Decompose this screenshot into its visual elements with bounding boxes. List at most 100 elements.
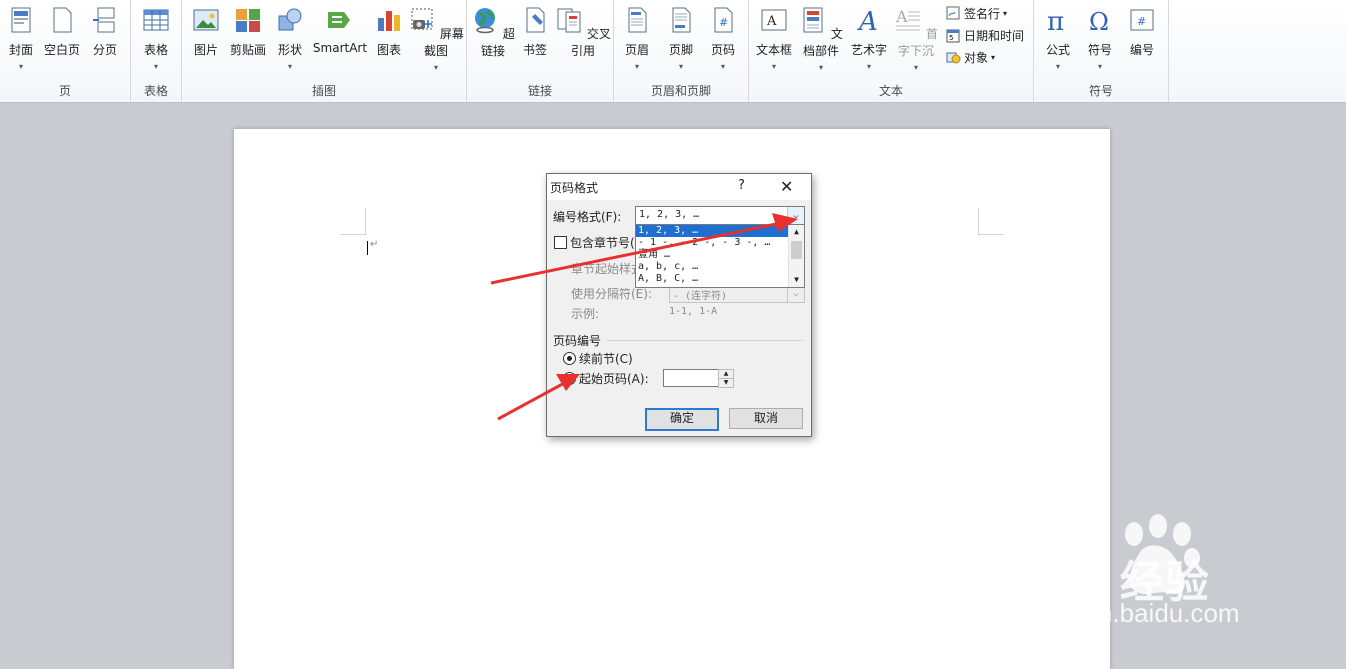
include-chapter-checkbox[interactable] bbox=[554, 236, 567, 249]
chapter-start-label: 章节起始样式 bbox=[571, 262, 644, 276]
scroll-up-icon[interactable]: ▲ bbox=[789, 225, 804, 239]
chevron-down-icon: ▾ bbox=[771, 62, 776, 71]
cover-page-icon bbox=[11, 7, 31, 33]
pi-icon: π bbox=[1047, 7, 1064, 37]
chevron-down-icon: ▾ bbox=[1003, 9, 1008, 18]
chevron-down-icon: ▾ bbox=[18, 62, 23, 71]
smartart-label: SmartArt bbox=[312, 41, 368, 55]
textbox-button[interactable]: A 文本框 ▾ bbox=[753, 4, 795, 71]
divider bbox=[607, 340, 803, 341]
spin-down-icon[interactable]: ▼ bbox=[718, 378, 734, 388]
number-format-dropdown-list[interactable]: 1, 2, 3, … - 1 -, - 2 -, - 3 -, … 壹角 … a… bbox=[635, 224, 805, 288]
wordart-label: 艺术字 bbox=[850, 43, 887, 57]
number-format-value: 1, 2, 3, … bbox=[639, 209, 700, 220]
svg-text:#: # bbox=[719, 16, 728, 29]
chart-button[interactable]: 图表 bbox=[372, 4, 406, 58]
signature-line-button[interactable]: 签名行 ▾ bbox=[946, 5, 1007, 22]
clipart-button[interactable]: 剪贴画 bbox=[228, 4, 268, 58]
date-time-button[interactable]: 5 日期和时间 bbox=[946, 27, 1024, 44]
screenshot-icon bbox=[411, 8, 433, 30]
globe-link-icon bbox=[475, 8, 496, 34]
scroll-thumb[interactable] bbox=[791, 241, 802, 259]
blank-page-label: 空白页 bbox=[43, 43, 80, 57]
dropdown-option[interactable]: 壹角 … bbox=[636, 249, 804, 261]
group-label-symbols: 符号 bbox=[1088, 84, 1113, 98]
group-links: 超链接 书签 交叉引用 链接 bbox=[467, 0, 614, 102]
picture-label: 图片 bbox=[193, 43, 218, 57]
dropdown-option[interactable]: - 1 -, - 2 -, - 3 -, … bbox=[636, 237, 804, 249]
svg-text:π: π bbox=[1047, 7, 1064, 34]
continue-label: 续前节(C) bbox=[579, 352, 633, 366]
date-time-label: 日期和时间 bbox=[964, 29, 1025, 43]
help-button[interactable]: ? bbox=[738, 178, 745, 193]
blank-page-icon bbox=[53, 7, 72, 33]
textbox-label: 文本框 bbox=[755, 43, 792, 57]
margin-corner-mark bbox=[978, 209, 1004, 235]
table-label: 表格 bbox=[143, 43, 168, 57]
example-value: 1-1, 1-A bbox=[669, 306, 718, 317]
header-button[interactable]: 页眉 ▾ bbox=[620, 4, 654, 71]
number-format-combo[interactable]: 1, 2, 3, … ⌵ bbox=[635, 206, 805, 225]
cross-reference-button[interactable]: 交叉引用 bbox=[555, 4, 611, 59]
group-label-text: 文本 bbox=[878, 84, 903, 98]
object-label: 对象 bbox=[964, 51, 989, 65]
dropdown-option[interactable]: a, b, c, … bbox=[636, 261, 804, 273]
wordart-button[interactable]: A 艺术字 ▾ bbox=[849, 4, 889, 71]
table-icon bbox=[143, 9, 169, 31]
smartart-button[interactable]: SmartArt bbox=[312, 4, 368, 55]
text-cursor bbox=[367, 241, 368, 255]
continue-radio[interactable] bbox=[563, 352, 576, 365]
screenshot-button[interactable]: 屏幕截图 ▾ bbox=[408, 4, 464, 72]
chevron-down-icon: ▾ bbox=[818, 63, 823, 72]
bookmark-button[interactable]: 书签 bbox=[519, 4, 551, 58]
include-chapter-label: 包含章节号( bbox=[570, 236, 635, 250]
picture-button[interactable]: 图片 bbox=[188, 4, 224, 58]
group-label-header-footer: 页眉和页脚 bbox=[650, 84, 711, 98]
watermark-url: jingyan.baidu.com bbox=[1030, 598, 1240, 628]
cancel-button[interactable]: 取消 bbox=[729, 408, 803, 429]
footer-button[interactable]: 页脚 ▾ bbox=[664, 4, 698, 71]
page-number-button[interactable]: # 页码 ▾ bbox=[706, 4, 740, 71]
equation-button[interactable]: π 公式 ▾ bbox=[1040, 4, 1076, 71]
separator-value: - (连字符) bbox=[673, 291, 728, 302]
chevron-down-icon[interactable]: ⌵ bbox=[787, 207, 804, 224]
blank-page-button[interactable]: 空白页 bbox=[42, 4, 82, 58]
equation-label: 公式 bbox=[1045, 43, 1070, 57]
close-button[interactable]: ✕ bbox=[780, 177, 793, 196]
page-number-label: 页码 bbox=[710, 43, 735, 57]
hyperlink-button[interactable]: 超链接 bbox=[471, 4, 515, 59]
dropdown-option[interactable]: 1, 2, 3, … bbox=[636, 225, 804, 237]
table-button[interactable]: 表格 ▾ bbox=[139, 4, 173, 71]
number-format-label: 编号格式(F): bbox=[553, 210, 622, 224]
numbering-button[interactable]: # 编号 bbox=[1124, 4, 1160, 58]
cover-label: 封面 bbox=[8, 43, 33, 57]
svg-text:A: A bbox=[766, 14, 777, 29]
bookmark-label: 书签 bbox=[522, 43, 547, 57]
svg-text:5: 5 bbox=[949, 34, 953, 42]
group-label-pages: 页 bbox=[58, 84, 71, 98]
bar-chart-icon bbox=[378, 11, 400, 31]
cover-button[interactable]: 封面 ▾ bbox=[4, 4, 38, 71]
page-break-icon bbox=[93, 7, 115, 33]
start-at-radio[interactable] bbox=[563, 372, 576, 385]
quick-parts-button[interactable]: 文档部件 ▾ bbox=[795, 4, 847, 72]
quick-parts-icon bbox=[803, 7, 823, 33]
object-button[interactable]: 对象 ▾ bbox=[946, 49, 995, 66]
scroll-down-icon[interactable]: ▼ bbox=[789, 273, 804, 287]
start-at-input[interactable] bbox=[663, 369, 719, 387]
group-label-links: 链接 bbox=[527, 84, 552, 98]
dropdown-option[interactable]: A, B, C, … bbox=[636, 273, 804, 285]
shapes-button[interactable]: 形状 ▾ bbox=[272, 4, 308, 71]
page-break-button[interactable]: 分页 bbox=[88, 4, 122, 58]
page-numbering-label: 页码编号 bbox=[553, 334, 602, 348]
dialog-titlebar[interactable]: 页码格式 ? ✕ bbox=[547, 174, 811, 200]
symbol-button[interactable]: Ω 符号 ▾ bbox=[1082, 4, 1118, 71]
shapes-icon bbox=[278, 8, 302, 31]
ok-button[interactable]: 确定 bbox=[645, 408, 719, 431]
drop-cap-button[interactable]: A 首字下沉 ▾ bbox=[891, 4, 941, 72]
group-symbols: π 公式 ▾ Ω 符号 ▾ # 编号 符号 bbox=[1034, 0, 1169, 102]
numbering-label: 编号 bbox=[1129, 43, 1154, 57]
group-illustrations: 图片 剪贴画 形状 ▾ SmartArt 图表 屏幕截图 ▾ 插图 bbox=[182, 0, 467, 102]
smartart-icon bbox=[328, 12, 350, 28]
scrollbar[interactable]: ▲ ▼ bbox=[788, 225, 804, 287]
